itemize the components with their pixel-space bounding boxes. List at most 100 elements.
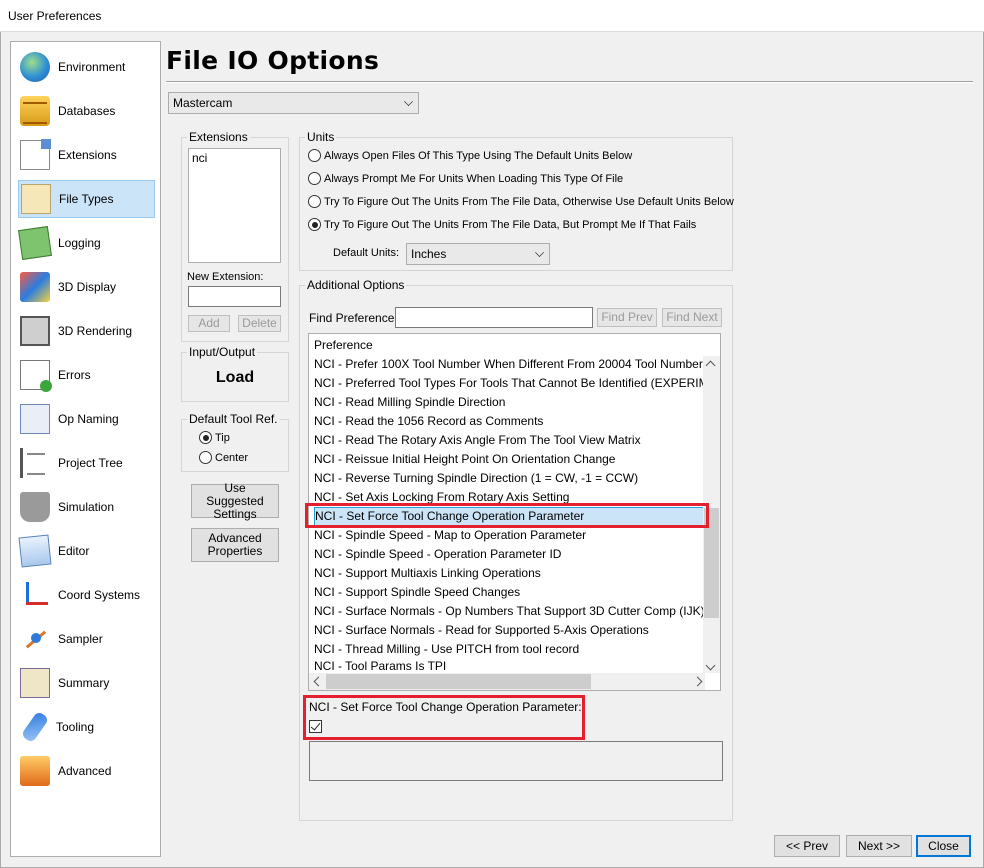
use-suggested-settings-button[interactable]: Use Suggested Settings	[191, 484, 279, 518]
table-row[interactable]: NCI - Read the 1056 Record as Comments	[314, 412, 705, 431]
find-preference-input[interactable]	[395, 307, 593, 328]
table-row[interactable]: NCI - Support Spindle Speed Changes	[314, 583, 705, 602]
units-option-detect-default-radio[interactable]: Try To Figure Out The Units From The Fil…	[308, 195, 734, 208]
units-option-prompt-radio[interactable]: Always Prompt Me For Units When Loading …	[308, 172, 623, 185]
radio-indicator	[199, 431, 212, 444]
table-row[interactable]: NCI - Surface Normals - Read for Support…	[314, 621, 705, 640]
new-extension-input[interactable]	[188, 286, 281, 307]
simulation-icon	[20, 492, 50, 522]
nav-item-3d-display[interactable]: 3D Display	[18, 268, 155, 306]
title-bar: User Preferences	[0, 0, 984, 32]
nav-item-summary[interactable]: Summary	[18, 664, 155, 702]
table-row[interactable]: NCI - Reissue Initial Height Point On Or…	[314, 450, 705, 469]
nav-item-editor[interactable]: Editor	[18, 532, 155, 570]
delete-extension-button[interactable]: Delete	[238, 315, 281, 332]
units-option-default-radio[interactable]: Always Open Files Of This Type Using The…	[308, 149, 632, 162]
table-row[interactable]: NCI - Support Multiaxis Linking Operatio…	[314, 564, 705, 583]
chevron-up-icon[interactable]	[706, 361, 716, 371]
default-units-select[interactable]: Inches	[406, 243, 550, 265]
scrollbar-thumb[interactable]	[326, 674, 591, 689]
advanced-properties-button[interactable]: Advanced Properties	[191, 528, 279, 562]
database-icon	[20, 96, 50, 126]
table-row[interactable]: NCI - Thread Milling - Use PITCH from to…	[314, 640, 705, 659]
nav-item-extensions[interactable]: Extensions	[18, 136, 155, 174]
nav-item-label: Advanced	[58, 764, 111, 778]
units-option-label: Always Prompt Me For Units When Loading …	[324, 173, 623, 185]
units-option-label: Always Open Files Of This Type Using The…	[324, 150, 632, 162]
category-nav: Environment Databases Extensions File Ty…	[10, 41, 161, 857]
nav-item-op-naming[interactable]: Op Naming	[18, 400, 155, 438]
tool-ref-center-radio[interactable]: Center	[199, 451, 248, 464]
nav-item-label: Databases	[58, 104, 115, 118]
op-naming-icon	[20, 404, 50, 434]
nav-item-label: Project Tree	[58, 456, 123, 470]
next-button[interactable]: Next >>	[846, 835, 912, 857]
nav-item-tooling[interactable]: Tooling	[18, 708, 155, 746]
find-prev-button[interactable]: Find Prev	[597, 308, 657, 327]
close-button[interactable]: Close	[916, 835, 971, 857]
chevron-right-icon[interactable]	[693, 677, 703, 687]
nav-item-environment[interactable]: Environment	[18, 48, 155, 86]
nav-item-logging[interactable]: Logging	[18, 224, 155, 262]
nav-item-label: Op Naming	[58, 412, 119, 426]
table-row[interactable]: NCI - Tool Params Is TPI	[314, 659, 705, 673]
extensions-list[interactable]: nci	[188, 148, 281, 263]
tool-ref-label: Default Tool Ref.	[187, 412, 280, 426]
folder-icon	[21, 184, 51, 214]
preference-value-checkbox[interactable]	[309, 720, 322, 733]
radio-indicator	[308, 195, 321, 208]
tool-ref-center-label: Center	[215, 452, 248, 464]
nav-item-databases[interactable]: Databases	[18, 92, 155, 130]
find-preference-label: Find Preference	[309, 311, 394, 325]
table-row[interactable]: NCI - Surface Normals - Op Numbers That …	[314, 602, 705, 621]
nav-item-label: Extensions	[58, 148, 117, 162]
additional-options-label: Additional Options	[305, 278, 406, 292]
chevron-down-icon[interactable]	[706, 661, 716, 671]
table-row[interactable]: NCI - Set Axis Locking From Rotary Axis …	[314, 488, 705, 507]
errors-icon	[20, 360, 50, 390]
table-row[interactable]: NCI - Read Milling Spindle Direction	[314, 393, 705, 412]
input-output-label: Input/Output	[187, 345, 257, 359]
extension-item[interactable]: nci	[192, 151, 207, 165]
prev-button[interactable]: << Prev	[774, 835, 840, 857]
nav-item-label: File Types	[59, 192, 113, 206]
3d-display-icon	[20, 272, 50, 302]
add-extension-button[interactable]: Add	[188, 315, 230, 332]
table-row[interactable]: NCI - Read The Rotary Axis Angle From Th…	[314, 431, 705, 450]
table-row-selected[interactable]: NCI - Set Force Tool Change Operation Pa…	[314, 507, 705, 526]
nav-item-advanced[interactable]: Advanced	[18, 752, 155, 790]
nav-item-3d-rendering[interactable]: 3D Rendering	[18, 312, 155, 350]
nav-item-label: Tooling	[56, 720, 94, 734]
horizontal-scrollbar[interactable]	[309, 673, 705, 690]
preference-list[interactable]: Preference NCI - Prefer 100X Tool Number…	[308, 333, 721, 691]
radio-indicator	[308, 172, 321, 185]
summary-icon	[20, 668, 50, 698]
chevron-left-icon[interactable]	[314, 677, 324, 687]
advanced-icon	[20, 756, 50, 786]
table-row[interactable]: NCI - Spindle Speed - Map to Operation P…	[314, 526, 705, 545]
file-type-value: Mastercam	[173, 96, 232, 110]
file-type-select[interactable]: Mastercam	[168, 92, 419, 114]
nav-item-label: Environment	[58, 60, 125, 74]
table-row[interactable]: NCI - Preferred Tool Types For Tools Tha…	[314, 374, 705, 393]
cube-icon	[20, 316, 50, 346]
tooling-icon	[21, 711, 50, 744]
nav-item-project-tree[interactable]: Project Tree	[18, 444, 155, 482]
units-option-label: Try To Figure Out The Units From The Fil…	[324, 219, 696, 231]
tool-ref-tip-label: Tip	[215, 432, 230, 444]
table-row[interactable]: NCI - Reverse Turning Spindle Direction …	[314, 469, 705, 488]
nav-item-coord-systems[interactable]: Coord Systems	[18, 576, 155, 614]
units-option-detect-prompt-radio[interactable]: Try To Figure Out The Units From The Fil…	[308, 218, 696, 231]
nav-item-label: 3D Rendering	[58, 324, 132, 338]
vertical-scrollbar[interactable]	[703, 356, 720, 673]
table-row[interactable]: NCI - Spindle Speed - Operation Paramete…	[314, 545, 705, 564]
nav-item-errors[interactable]: Errors	[18, 356, 155, 394]
tool-ref-tip-radio[interactable]: Tip	[199, 431, 230, 444]
find-next-button[interactable]: Find Next	[662, 308, 722, 327]
table-row[interactable]: NCI - Prefer 100X Tool Number When Diffe…	[314, 355, 705, 374]
window-title: User Preferences	[8, 9, 101, 23]
nav-item-file-types[interactable]: File Types	[18, 180, 155, 218]
nav-item-sampler[interactable]: Sampler	[18, 620, 155, 658]
nav-item-simulation[interactable]: Simulation	[18, 488, 155, 526]
scrollbar-thumb[interactable]	[704, 508, 719, 618]
